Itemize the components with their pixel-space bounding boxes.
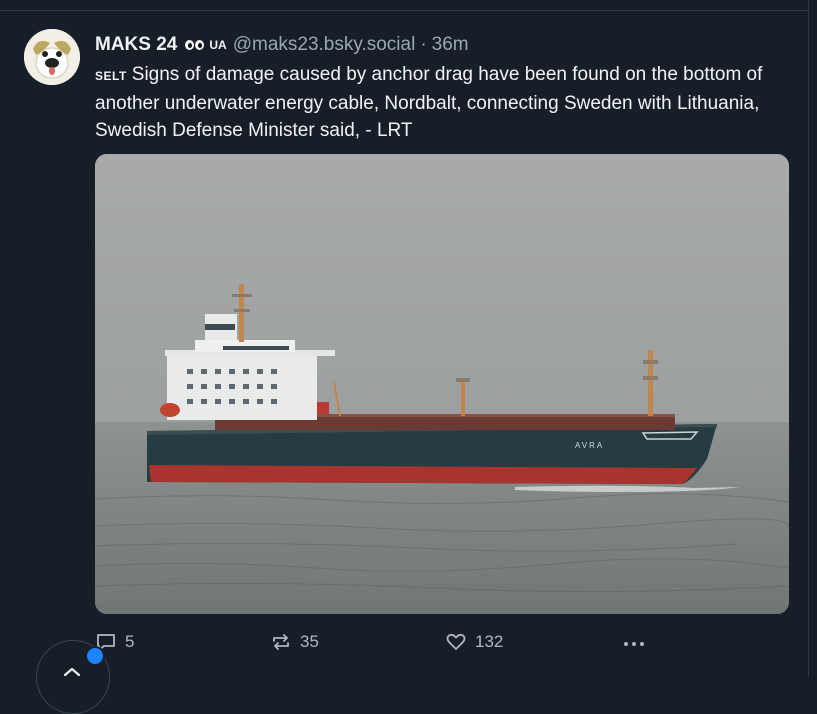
- eye-left-icon: [185, 40, 195, 50]
- author-handle[interactable]: @maks23.bsky.social: [233, 34, 416, 56]
- top-divider: [0, 10, 808, 11]
- author-name[interactable]: MAKS 24: [95, 34, 177, 56]
- eye-right-icon: [195, 40, 205, 50]
- more-icon: [624, 642, 644, 646]
- post-header: MAKS 24 UA @maks23.bsky.social · 36m: [95, 33, 469, 57]
- post-image[interactable]: AVRA: [95, 154, 789, 614]
- avatar-icon: [24, 29, 80, 85]
- column-divider: [808, 0, 809, 677]
- notification-dot: [85, 646, 105, 666]
- post-body: SELT Signs of damage caused by anchor dra…: [95, 61, 785, 144]
- ship-name-text: AVRA: [575, 441, 604, 450]
- post-actions: 5 35 132: [95, 628, 795, 656]
- like-button[interactable]: 132: [445, 628, 503, 656]
- author-badge: UA: [209, 38, 227, 52]
- post-text: Signs of damage caused by anchor drag ha…: [95, 64, 763, 141]
- reply-count: 5: [125, 632, 135, 651]
- like-count: 132: [475, 632, 504, 651]
- more-options-button[interactable]: [622, 628, 646, 656]
- post-label: SELT: [95, 69, 127, 83]
- eyes-emoji-icon: [185, 40, 205, 50]
- repost-count: 35: [300, 632, 319, 651]
- like-icon: [446, 633, 466, 650]
- scroll-top-icon: [63, 667, 81, 677]
- header-separator: ·: [420, 34, 427, 55]
- post-timestamp[interactable]: 36m: [432, 34, 469, 56]
- repost-icon: [273, 634, 289, 650]
- author-avatar[interactable]: [24, 29, 80, 85]
- ship-photo: AVRA: [95, 154, 789, 614]
- repost-button[interactable]: 35: [270, 628, 319, 656]
